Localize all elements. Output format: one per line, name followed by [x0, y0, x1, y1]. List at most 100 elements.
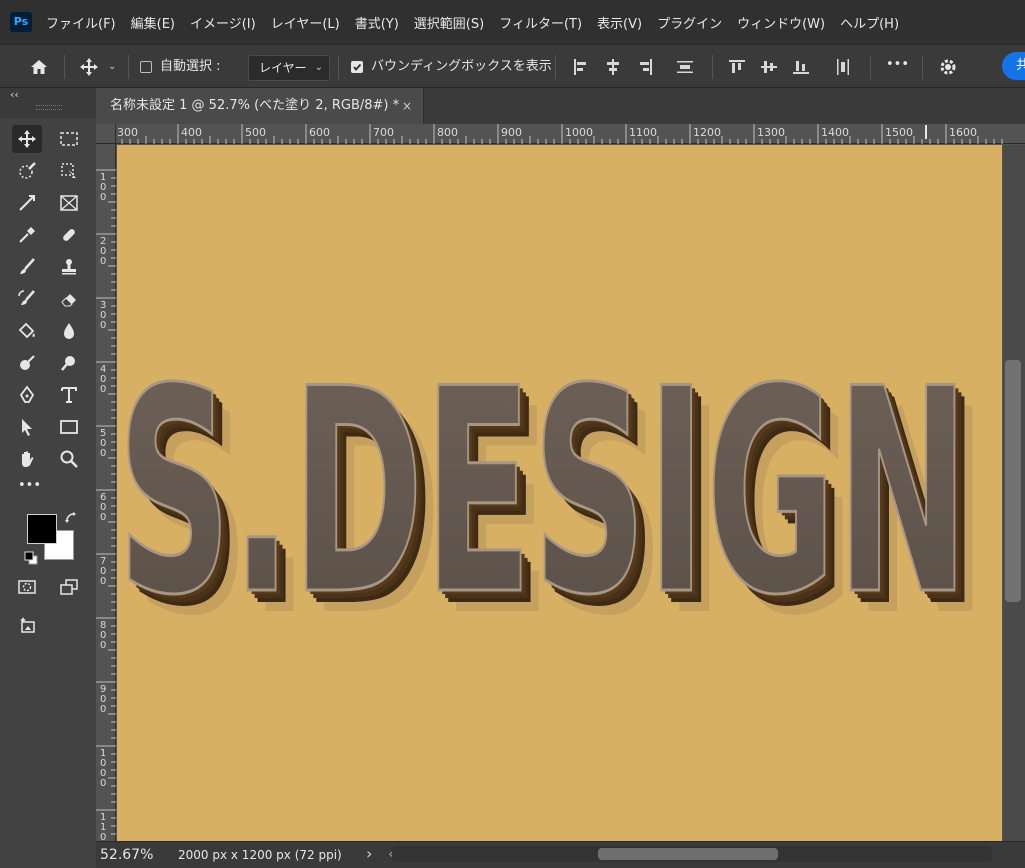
- move-tool-icon[interactable]: [76, 45, 102, 94]
- toolbar-grip[interactable]: [36, 105, 62, 110]
- artwork-text: S.DESIGN: [117, 328, 969, 657]
- default-colors-icon[interactable]: [24, 550, 38, 569]
- layer-select-dropdown[interactable]: レイヤー ⌄: [248, 55, 330, 81]
- gear-icon[interactable]: [938, 57, 958, 81]
- dodge-tool-icon[interactable]: [12, 349, 42, 377]
- document-tab[interactable]: 名称未設定 1 @ 52.7% (べた塗り 2, RGB/8#) * ×: [96, 88, 424, 124]
- ruler-label: 1400: [821, 126, 849, 139]
- history-brush-tool-icon[interactable]: [12, 285, 42, 313]
- align-vertical-center-icon[interactable]: [760, 58, 778, 80]
- hand-tool-icon[interactable]: [12, 445, 42, 473]
- menu-layer[interactable]: レイヤー(L): [271, 13, 340, 32]
- app-logo: Ps: [10, 12, 32, 32]
- ruler-label: 1000: [100, 748, 107, 789]
- document-size-info: 2000 px x 1200 px (72 ppi): [178, 848, 342, 862]
- options-bar: ⌄ 自動選択 : レイヤー ⌄ バウンディングボックスを表示 •••: [0, 44, 1025, 88]
- menu-image[interactable]: イメージ(I): [190, 13, 256, 32]
- zoom-tool-icon[interactable]: [54, 445, 84, 473]
- screen-mode-icon[interactable]: [54, 573, 84, 601]
- ruler-label: 400: [100, 364, 107, 395]
- zoom-drag-tool-icon[interactable]: [54, 349, 84, 377]
- auto-select-checkbox[interactable]: [140, 61, 152, 73]
- quick-selection-tool-icon[interactable]: [12, 157, 42, 185]
- ruler-origin[interactable]: [96, 124, 116, 144]
- ruler-label: 1100: [629, 126, 657, 139]
- document-canvas[interactable]: S.DESIGN S.DESIGN S.DESIGN S.DESIGN S.DE…: [117, 145, 1002, 841]
- menu-edit[interactable]: 編集(E): [131, 13, 175, 32]
- clone-stamp-tool-icon[interactable]: [54, 253, 84, 281]
- path-selection-tool-icon[interactable]: [12, 413, 42, 441]
- menu-window[interactable]: ウィンドウ(W): [737, 13, 825, 32]
- foreground-color-swatch[interactable]: [27, 514, 57, 544]
- chevron-down-icon: ⌄: [314, 62, 323, 73]
- ruler-label: 300: [100, 300, 107, 331]
- swap-colors-icon[interactable]: [64, 510, 78, 529]
- blur-tool-icon[interactable]: [54, 317, 84, 345]
- crop-tool-icon[interactable]: [54, 157, 84, 185]
- align-left-icon[interactable]: [572, 58, 590, 80]
- toolbar-header: ‹‹: [0, 88, 96, 118]
- separator: [870, 55, 871, 79]
- align-horizontal-center-icon[interactable]: [604, 58, 622, 80]
- ruler-label: 200: [100, 236, 107, 267]
- vertical-ruler[interactable]: 10020030040050060070080090010001100: [96, 144, 116, 853]
- menu-view[interactable]: 表示(V): [597, 13, 642, 32]
- zoom-level-field[interactable]: 52.67%: [100, 842, 153, 868]
- separator: [712, 55, 713, 79]
- distribute-horizontal-icon[interactable]: [676, 58, 694, 80]
- status-bar: 52.67% 2000 px x 1200 px (72 ppi) › ‹: [96, 841, 1025, 868]
- chevron-down-icon[interactable]: ⌄: [108, 61, 116, 72]
- marquee-tool-icon[interactable]: [54, 125, 84, 153]
- edit-toolbar-icon[interactable]: •••: [18, 478, 41, 493]
- ruler-label: 1500: [885, 126, 913, 139]
- menu-type[interactable]: 書式(Y): [355, 13, 399, 32]
- menu-items: ファイル(F) 編集(E) イメージ(I) レイヤー(L) 書式(Y) 選択範囲…: [46, 0, 914, 44]
- crop-icon[interactable]: [12, 189, 42, 217]
- ruler-label: 400: [181, 126, 202, 139]
- pen-tool-icon[interactable]: [12, 381, 42, 409]
- share-button[interactable]: 共: [1002, 52, 1025, 80]
- type-tool-icon[interactable]: [54, 381, 84, 409]
- ruler-label: 600: [309, 126, 330, 139]
- horizontal-scroll-thumb[interactable]: [598, 848, 778, 860]
- ruler-label: 700: [100, 556, 107, 587]
- menu-filter[interactable]: フィルター(T): [499, 13, 582, 32]
- close-icon[interactable]: ×: [402, 88, 412, 124]
- menu-file[interactable]: ファイル(F): [46, 13, 116, 32]
- layer-select-value: レイヤー: [259, 61, 307, 75]
- quick-mask-icon[interactable]: [12, 573, 42, 601]
- align-top-icon[interactable]: [728, 58, 746, 80]
- collapse-panel-icon[interactable]: ‹‹: [10, 88, 19, 102]
- rectangle-tool-icon[interactable]: [54, 413, 84, 441]
- ruler-label: 300: [117, 126, 138, 139]
- eraser-tool-icon[interactable]: [54, 285, 84, 313]
- healing-brush-tool-icon[interactable]: [54, 221, 84, 249]
- eyedropper-tool-icon[interactable]: [12, 221, 42, 249]
- horizontal-ruler[interactable]: 300 400 500 600 700 800 900 1000 1100 1200 1300 140…: [96, 124, 1025, 144]
- menu-select[interactable]: 選択範囲(S): [414, 13, 484, 32]
- generative-fill-icon[interactable]: [12, 611, 42, 639]
- menu-plugins[interactable]: プラグイン: [657, 13, 722, 32]
- separator: [338, 55, 339, 79]
- bounding-box-checkbox[interactable]: [351, 61, 363, 73]
- paint-bucket-tool-icon[interactable]: [12, 317, 42, 345]
- brush-tool-icon[interactable]: [12, 253, 42, 281]
- home-icon[interactable]: [26, 45, 52, 94]
- menu-help[interactable]: ヘルプ(H): [840, 13, 899, 32]
- ruler-label: 600: [100, 492, 107, 523]
- status-menu-arrow-icon[interactable]: ›: [366, 842, 372, 866]
- align-bottom-icon[interactable]: [792, 58, 810, 80]
- distribute-vertical-icon[interactable]: [834, 58, 852, 80]
- ruler-label: 900: [100, 684, 107, 715]
- align-right-icon[interactable]: [636, 58, 654, 80]
- frame-tool-icon[interactable]: [54, 189, 84, 217]
- ruler-label: 100: [100, 172, 107, 203]
- ruler-label: 1600: [949, 126, 977, 139]
- ruler-label: 1300: [757, 126, 785, 139]
- ruler-label: 500: [100, 428, 107, 459]
- ruler-cursor-marker: [925, 125, 927, 139]
- more-options-icon[interactable]: •••: [886, 43, 909, 87]
- ruler-label: 500: [245, 126, 266, 139]
- vertical-scroll-thumb[interactable]: [1005, 360, 1021, 602]
- move-tool-icon[interactable]: [12, 125, 42, 153]
